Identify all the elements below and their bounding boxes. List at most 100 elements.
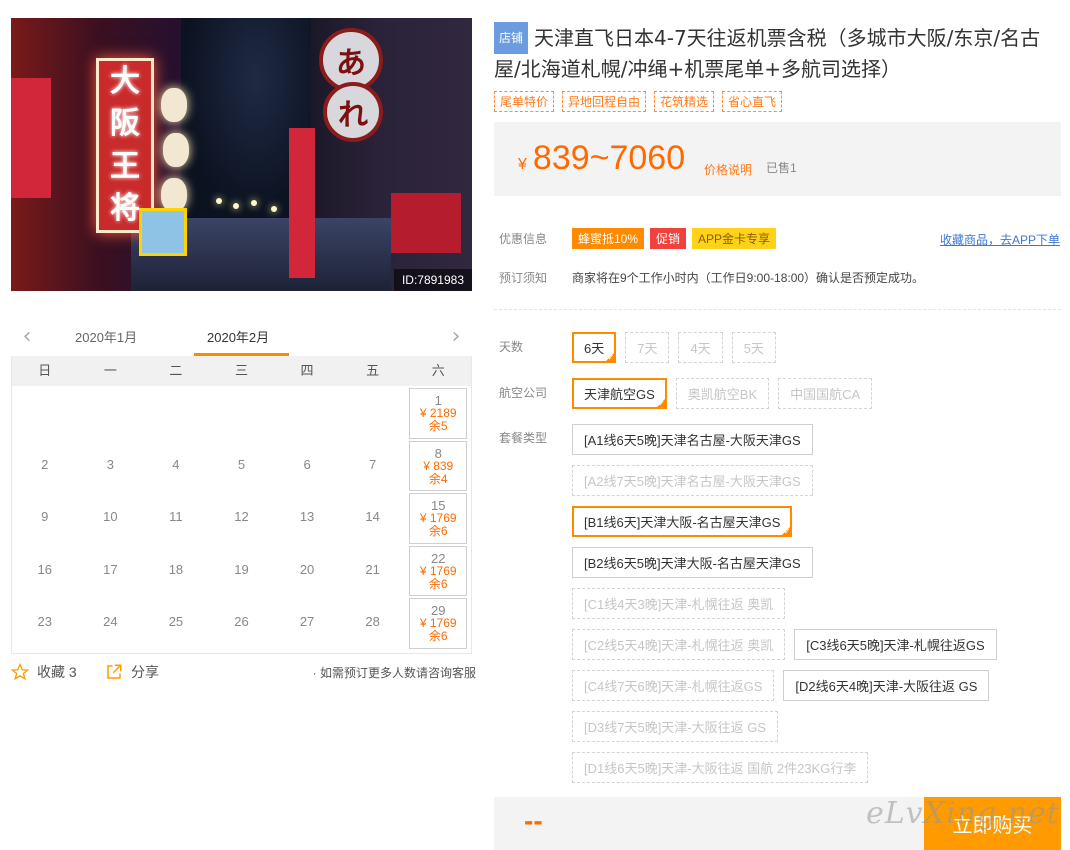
contact-note: · 如需预订更多人数请咨询客服 xyxy=(312,666,476,680)
calendar-day xyxy=(78,386,144,439)
calendar-day-available[interactable]: 8 ¥ 839 余4 xyxy=(409,440,467,491)
package-option[interactable]: [A2线7天5晚]天津名古屋-大阪天津GS xyxy=(572,465,813,496)
package-row: [C4线7天6晚]天津-札幌往返GS [D2线6天4晚]天津-大阪往返 GS xyxy=(572,670,997,701)
package-option[interactable]: [D1线6天5晚]天津-大阪往返 国航 2件23KG行李 xyxy=(572,752,869,783)
calendar-day: 16 xyxy=(12,544,78,597)
month-tab-jan[interactable]: 2020年1月 xyxy=(75,327,137,346)
calendar-day: 10 xyxy=(78,491,144,544)
day-number: 25 xyxy=(168,614,184,629)
calendar-day xyxy=(143,386,209,439)
product-tag: 异地回程自由 xyxy=(562,91,647,112)
calendar-day: 11 xyxy=(143,491,209,544)
shop-badge: 店铺 xyxy=(494,22,529,54)
calendar-day: 28 xyxy=(340,596,406,649)
calendar-day: 27 xyxy=(274,596,340,649)
days-option[interactable]: 7天 xyxy=(625,332,670,363)
calendar-header: ‹ 2020年1月 2020年2月 › xyxy=(11,318,472,356)
product-tag: 省心直飞 xyxy=(722,91,783,112)
calendar-day-available[interactable]: 22 ¥ 1769 余6 xyxy=(409,545,467,596)
package-option[interactable]: [C4线7天6晚]天津-札幌往返GS xyxy=(572,670,775,701)
weekday-header: 日 一 二 三 四 五 六 xyxy=(12,356,471,386)
favorite-label: 收藏 3 xyxy=(37,664,77,680)
calendar-day xyxy=(12,386,78,439)
app-order-link[interactable]: 收藏商品，去APP下单 xyxy=(940,231,1060,248)
sign-char: 阪 xyxy=(110,106,140,142)
day-number: 6 xyxy=(303,456,311,472)
calendar-day: 19 xyxy=(209,544,275,597)
day-number: 15 xyxy=(430,498,446,513)
days-option[interactable]: 6天 ✓ xyxy=(572,332,617,363)
package-option[interactable]: [A1线6天5晚]天津名古屋-大阪天津GS xyxy=(572,424,813,455)
section-divider xyxy=(494,309,1061,310)
photo-vertical-sign: 大 阪 王 将 xyxy=(96,58,154,233)
buy-now-button[interactable]: 立即购买 xyxy=(924,797,1061,850)
star-icon xyxy=(11,663,29,681)
weekday-label: 六 xyxy=(431,363,445,378)
package-option[interactable]: [D3线7天5晚]天津-大阪往返 GS xyxy=(572,711,779,742)
day-number: 18 xyxy=(168,561,184,577)
calendar-day: 3 xyxy=(78,439,144,492)
days-label: 天数 xyxy=(499,340,524,354)
calendar-day xyxy=(274,386,340,439)
chevron-left-icon[interactable]: ‹ xyxy=(15,324,39,349)
package-option[interactable]: [B2线6天5晚]天津大阪-名古屋天津GS xyxy=(572,547,813,578)
calendar-day: 6 xyxy=(274,439,340,492)
photo-light xyxy=(233,203,239,209)
package-row: [D3线7天5晚]天津-大阪往返 GS xyxy=(572,711,997,742)
day-price: ¥ 1769 xyxy=(419,563,457,578)
round-sign-char: れ xyxy=(338,98,368,133)
calendar-day-available[interactable]: 29 ¥ 1769 余6 xyxy=(409,598,467,649)
product-tags: 尾单特价 异地回程自由 花筑精选 省心直飞 xyxy=(494,91,783,112)
calendar-day: 18 xyxy=(143,544,209,597)
weekday-label: 日 xyxy=(38,363,52,378)
airline-option[interactable]: 天津航空GS ✓ xyxy=(572,378,667,409)
share-label: 分享 xyxy=(131,664,159,680)
day-number: 27 xyxy=(299,614,315,629)
package-option[interactable]: [D2线6天4晚]天津-大阪往返 GS xyxy=(783,670,990,701)
day-remaining: 余6 xyxy=(428,576,448,591)
day-number: 12 xyxy=(234,509,249,524)
calendar-day: 25 xyxy=(143,596,209,649)
day-number: 23 xyxy=(37,614,53,629)
day-remaining: 余6 xyxy=(428,524,448,538)
photo-lantern xyxy=(161,178,187,212)
booking-label: 预订须知 xyxy=(499,271,548,285)
check-icon: ✓ xyxy=(658,399,665,408)
package-row: [A1线6天5晚]天津名古屋-大阪天津GS xyxy=(572,424,997,455)
photo-banner xyxy=(289,128,315,278)
package-option[interactable]: [B1线6天]天津大阪-名古屋天津GS ✓ xyxy=(572,506,793,537)
package-option[interactable]: [C1线4天3晚]天津-札幌往返 奥凯 xyxy=(572,588,786,619)
month-tab-feb[interactable]: 2020年2月 xyxy=(207,327,269,346)
sign-char: 将 xyxy=(110,190,140,226)
airline-option[interactable]: 中国国航CA xyxy=(778,378,873,409)
day-remaining: 余6 xyxy=(428,629,448,643)
share-button[interactable]: 分享 xyxy=(105,662,159,682)
photo-lantern xyxy=(163,133,189,167)
calendar-day xyxy=(340,386,406,439)
price-box: ¥ 839~7060 价格说明 已售1 xyxy=(494,122,1061,196)
days-option[interactable]: 4天 xyxy=(678,332,723,363)
promo-badge: 促销 xyxy=(650,228,687,249)
active-month-indicator xyxy=(194,353,289,356)
calendar-day-available[interactable]: 15 ¥ 1769 余6 xyxy=(409,493,467,544)
calendar-day: 12 xyxy=(209,491,275,544)
airline-option[interactable]: 奥凯航空BK xyxy=(675,378,770,409)
chevron-right-icon[interactable]: › xyxy=(444,324,468,349)
calendar-day: 23 xyxy=(12,596,78,649)
calendar-day: 26 xyxy=(209,596,275,649)
price-explanation-link[interactable]: 价格说明 xyxy=(704,161,752,178)
package-option[interactable]: [C2线5天4晚]天津-札幌往返 奥凯 xyxy=(572,629,786,660)
currency-symbol: ¥ xyxy=(518,156,527,173)
day-number: 3 xyxy=(106,456,114,472)
photo-lantern xyxy=(161,88,187,122)
day-number xyxy=(78,386,144,405)
round-sign-char: あ xyxy=(336,46,366,81)
calendar-day-available[interactable]: 1 ¥ 2189 余5 xyxy=(409,388,467,439)
days-option[interactable]: 5天 xyxy=(731,332,776,363)
price-range: ¥ 839~7060 xyxy=(518,139,685,178)
package-row: [D1线6天5晚]天津-大阪往返 国航 2件23KG行李 xyxy=(572,752,997,783)
favorite-button[interactable]: 收藏 3 xyxy=(11,662,77,682)
package-row: [A2线7天5晚]天津名古屋-大阪天津GS xyxy=(572,465,997,496)
package-option[interactable]: [C3线6天5晚]天津-札幌往返GS xyxy=(794,629,997,660)
sold-count: 已售1 xyxy=(766,161,797,175)
